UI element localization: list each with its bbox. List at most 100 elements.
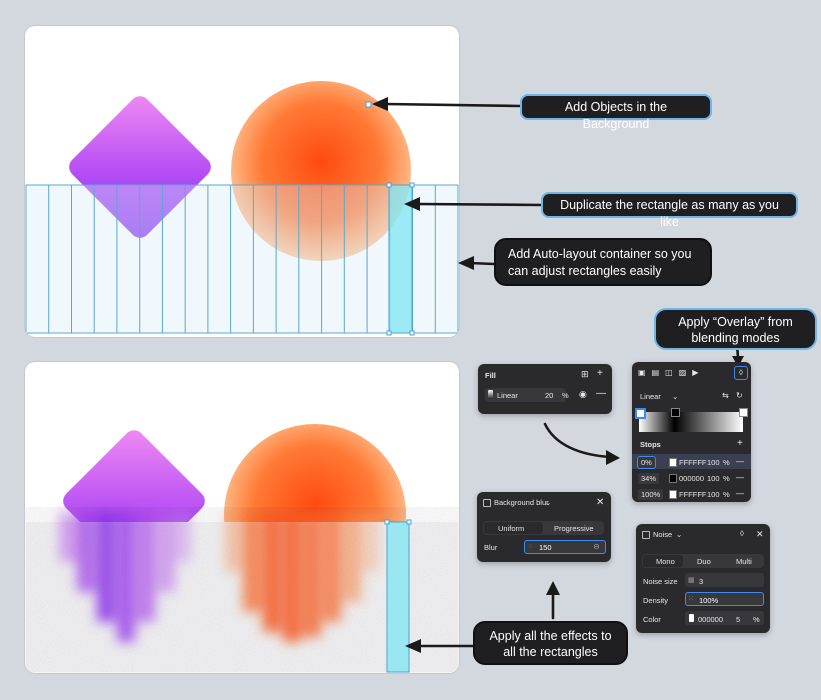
callout-text: Add Objects in the Background — [564, 100, 668, 131]
stop-position[interactable]: 34% — [638, 473, 660, 484]
blend-mode-icon[interactable]: ◊ — [734, 366, 748, 380]
color-opacity-unit: % — [753, 615, 760, 624]
noise-panel: Noise ⌄ ◊ ✕ Mono Duo Multi Noise size ▦ … — [636, 524, 770, 633]
callout-text: Apply all the effects to all the rectang… — [489, 629, 612, 659]
resize-handle[interactable] — [406, 519, 412, 525]
stop-position[interactable]: 100% — [638, 489, 664, 500]
noise-size-input[interactable] — [685, 573, 764, 587]
density-value[interactable]: 100% — [699, 596, 718, 605]
bottom-canvas-art — [26, 424, 458, 673]
effect-visible-checkbox[interactable] — [642, 531, 650, 539]
panel-title: Background blur — [494, 498, 549, 507]
blur-label: Blur — [484, 543, 498, 552]
remove-stop-icon[interactable]: — — [736, 473, 744, 482]
remove-stop-icon[interactable]: — — [736, 457, 744, 466]
stop-row[interactable]: 100% FFFFFF 100% — — [632, 486, 751, 501]
callout-apply-effects: Apply all the effects to all the rectang… — [473, 621, 628, 665]
drop-icon[interactable]: ◊ — [740, 529, 744, 538]
blur-value[interactable]: 150 — [539, 543, 552, 552]
tab-duo[interactable]: Duo — [697, 557, 711, 566]
fill-opacity-unit: % — [562, 391, 569, 400]
gradient-stop-handle[interactable] — [635, 408, 646, 419]
close-icon[interactable]: ✕ — [596, 497, 604, 508]
stop-hex[interactable]: FFFFFF — [679, 458, 707, 467]
variable-icon[interactable]: ⊖ — [593, 542, 600, 551]
image-fill-icon[interactable]: ▨ — [679, 368, 687, 377]
tab-uniform[interactable]: Uniform — [498, 524, 524, 533]
fill-type[interactable]: Linear — [497, 391, 518, 400]
color-hex[interactable]: 000000 — [698, 615, 723, 624]
noise-size-label: Noise size — [643, 577, 678, 586]
callout-duplicate: Duplicate the rectangle as many as you l… — [541, 192, 798, 229]
chevron-down-icon[interactable]: ⌄ — [676, 530, 682, 539]
tab-multi[interactable]: Multi — [736, 557, 752, 566]
resize-handle[interactable] — [386, 330, 392, 336]
stop-row[interactable]: 34% 000000 100% — — [632, 470, 751, 485]
callout-text: Apply “Overlay” from blending modes — [678, 315, 793, 345]
gradient-bar[interactable] — [639, 412, 743, 432]
stop-hex[interactable]: 000000 — [679, 474, 704, 483]
stop-opacity[interactable]: 100 — [707, 490, 720, 499]
callout-overlay: Apply “Overlay” from blending modes — [654, 308, 817, 350]
stop-opacity-unit[interactable]: % — [723, 490, 730, 499]
grid-icon[interactable]: ⊞ — [581, 369, 589, 380]
resize-handle[interactable] — [409, 330, 415, 336]
arrow-auto-layout — [468, 261, 496, 266]
remove-stop-icon[interactable]: — — [736, 489, 744, 498]
swap-icon[interactable]: ⇆ — [722, 391, 729, 400]
gradient-stop-handle[interactable] — [739, 408, 748, 417]
stop-opacity-unit[interactable]: % — [723, 474, 730, 483]
stop-color-swatch[interactable] — [669, 458, 677, 467]
chevron-down-icon[interactable]: ⌄ — [545, 498, 551, 507]
color-opacity[interactable]: 5 — [736, 615, 740, 624]
tab-mono[interactable]: Mono — [656, 557, 675, 566]
panel-title: Noise — [653, 530, 673, 539]
size-icon: ▦ — [688, 577, 695, 584]
close-icon[interactable]: ✕ — [756, 529, 764, 540]
resize-handle[interactable] — [409, 182, 415, 188]
background-blur-panel: Background blur ⌄ ✕ Uniform Progressive … — [477, 492, 611, 562]
radial-gradient-icon[interactable]: ◫ — [665, 368, 673, 377]
add-icon[interactable]: + — [597, 368, 603, 379]
stop-position[interactable]: 0% — [637, 456, 656, 469]
selected-rectangle[interactable] — [386, 521, 410, 673]
callout-auto-layout: Add Auto-layout container so you can adj… — [494, 238, 712, 286]
linear-gradient-icon[interactable]: ▤ — [652, 368, 660, 377]
density-icon: ⁙ — [688, 596, 694, 603]
blend-toolbar: ▣ ▤ ◫ ▨ ▶ — [638, 368, 698, 377]
color-swatch[interactable] — [689, 614, 694, 622]
stop-opacity[interactable]: 100 — [707, 474, 720, 483]
stop-opacity-unit[interactable]: % — [723, 458, 730, 467]
gradient-stop-handle[interactable] — [671, 408, 680, 417]
gradient-swatch-icon — [488, 390, 493, 399]
gradient-type[interactable]: Linear — [640, 392, 661, 401]
add-stop-icon[interactable]: + — [737, 438, 743, 449]
video-fill-icon[interactable]: ▶ — [692, 368, 698, 377]
rotate-icon[interactable]: ↻ — [736, 391, 743, 400]
solid-fill-icon[interactable]: ▣ — [638, 368, 646, 377]
noise-size-value[interactable]: 3 — [699, 577, 703, 586]
minus-icon[interactable]: — — [596, 388, 606, 399]
callout-text: Add Auto-layout container so you can adj… — [508, 247, 692, 278]
stop-color-swatch[interactable] — [669, 474, 677, 483]
stop-color-swatch[interactable] — [669, 490, 677, 499]
bottom-canvas — [25, 362, 459, 673]
effect-visible-checkbox[interactable] — [483, 499, 491, 507]
density-input[interactable] — [685, 592, 764, 606]
resize-handle[interactable] — [386, 182, 392, 188]
resize-handle[interactable] — [384, 519, 390, 525]
chevron-down-icon[interactable]: ⌄ — [672, 392, 678, 401]
fill-opacity[interactable]: 20 — [545, 391, 553, 400]
tab-progressive[interactable]: Progressive — [554, 524, 594, 533]
blur-icon: ◌ — [528, 543, 533, 550]
stop-row[interactable]: 0% FFFFFF 100% — — [632, 454, 751, 469]
density-label: Density — [643, 596, 669, 605]
callout-text: Duplicate the rectangle as many as you l… — [560, 198, 779, 229]
object-anchor-handle[interactable] — [365, 101, 372, 108]
color-label: Color — [643, 615, 661, 624]
stop-hex[interactable]: FFFFFF — [679, 490, 707, 499]
top-canvas — [25, 26, 459, 337]
selected-rectangle[interactable] — [388, 184, 413, 334]
eye-icon[interactable]: ◉ — [579, 389, 587, 400]
stop-opacity[interactable]: 100 — [707, 458, 720, 467]
